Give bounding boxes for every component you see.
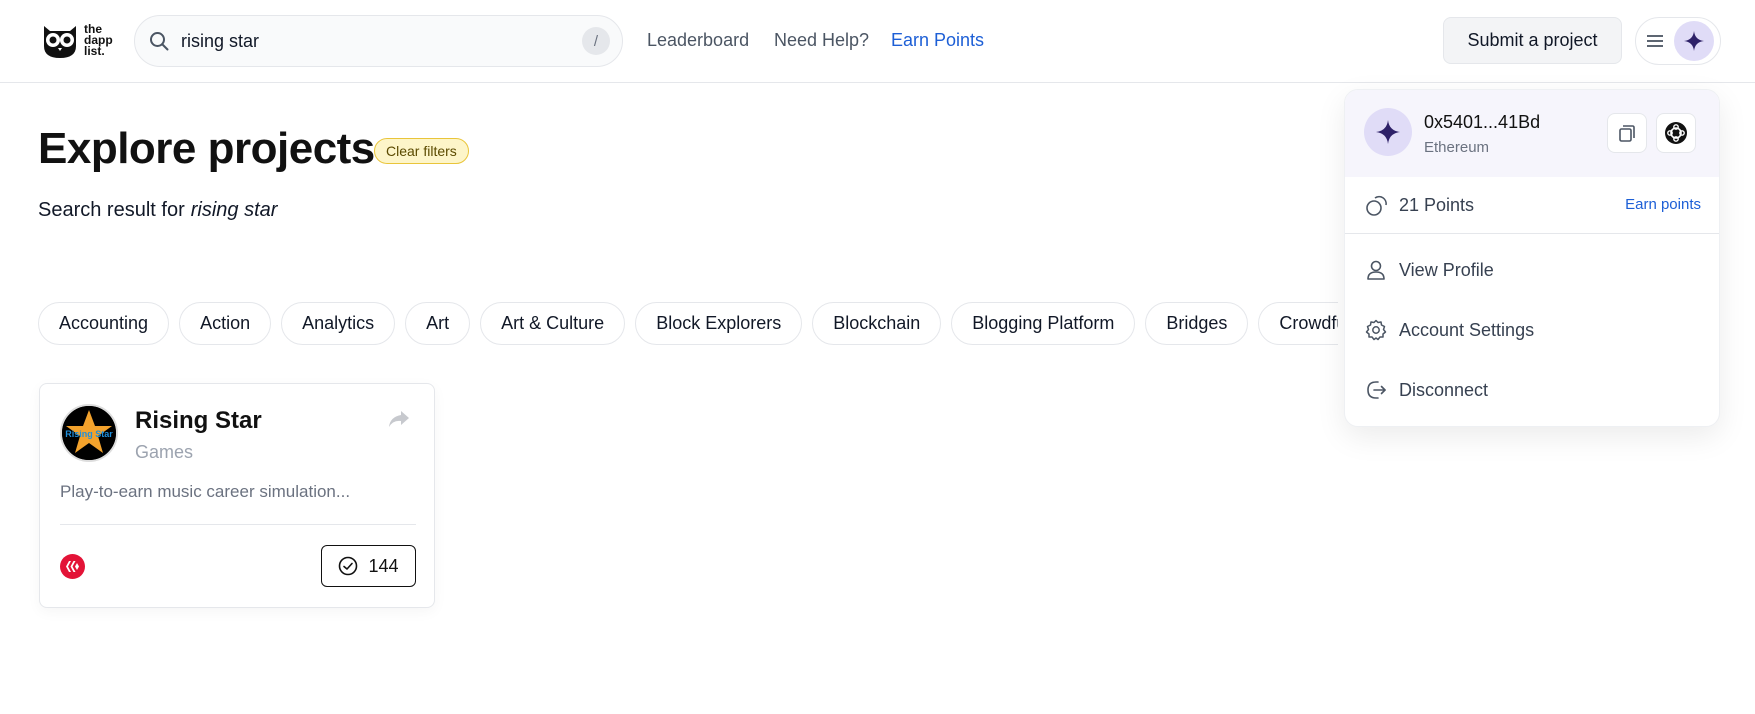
project-category: Games	[135, 442, 194, 462]
search-bar[interactable]: /	[134, 15, 623, 67]
project-logo-text: Rising Star	[65, 429, 113, 439]
project-title[interactable]: Rising Star	[135, 407, 262, 435]
search-input[interactable]	[181, 30, 582, 52]
nav-leaderboard-link[interactable]: Leaderboard	[647, 30, 749, 51]
user-menu-button[interactable]	[1635, 17, 1721, 65]
vote-count: 144	[368, 555, 399, 576]
clear-filters-button[interactable]: Clear filters	[374, 138, 469, 164]
gear-icon	[1365, 319, 1387, 341]
sparkle-star-icon	[1376, 120, 1400, 144]
share-icon[interactable]	[388, 410, 410, 428]
hive-chain-icon	[60, 554, 85, 579]
category-chip[interactable]: Action	[179, 302, 272, 345]
menu-item-account-settings[interactable]: Account Settings	[1365, 310, 1701, 350]
nav-earn-points-link[interactable]: Earn Points	[891, 30, 984, 51]
category-chip[interactable]: Bridges	[1145, 302, 1249, 345]
copy-icon	[1619, 125, 1635, 142]
menu-item-label: View Profile	[1399, 259, 1494, 280]
page-title: Explore projects	[38, 124, 375, 173]
category-chip[interactable]: Blogging Platform	[951, 302, 1136, 345]
logo-wordmark: the dapp list.	[84, 21, 113, 58]
network-switch-button[interactable]	[1656, 113, 1696, 153]
top-header: the dapp list. / Leaderboard Need Help? …	[0, 0, 1755, 83]
owl-logo-icon	[44, 26, 76, 58]
sparkle-star-icon	[1684, 31, 1704, 51]
category-chip[interactable]: Block Explorers	[635, 302, 803, 345]
wallet-address: 0x5401...41Bd	[1424, 112, 1541, 132]
category-chip[interactable]: Art	[405, 302, 471, 345]
project-logo: Rising Star	[60, 404, 118, 462]
project-description: Play-to-earn music career simulation...	[60, 482, 351, 501]
site-logo[interactable]: the dapp list.	[40, 20, 113, 60]
menu-item-label: Account Settings	[1399, 319, 1535, 340]
copy-address-button[interactable]	[1607, 113, 1647, 153]
menu-item-view-profile[interactable]: View Profile	[1365, 250, 1701, 290]
user-icon	[1367, 260, 1385, 280]
submit-project-button[interactable]: Submit a project	[1443, 17, 1622, 64]
account-avatar	[1364, 108, 1412, 156]
menu-item-label: Disconnect	[1399, 379, 1489, 400]
search-result-term: rising star	[190, 199, 278, 221]
account-header: 0x5401...41Bd Ethereum	[1345, 90, 1719, 177]
network-logo-icon	[1665, 122, 1687, 144]
category-chip[interactable]: Blockchain	[812, 302, 942, 345]
category-filter-chips: Accounting Action Analytics Art Art & Cu…	[38, 302, 1338, 346]
card-divider	[60, 524, 416, 525]
points-balance: 21 Points	[1399, 195, 1475, 215]
rising-star-logo-icon: Rising Star	[62, 406, 116, 460]
hamburger-menu-icon	[1647, 35, 1663, 47]
nav-help-link[interactable]: Need Help?	[774, 30, 869, 51]
logout-icon	[1367, 381, 1386, 399]
category-chip[interactable]: Analytics	[281, 302, 396, 345]
category-chip[interactable]: Art & Culture	[480, 302, 626, 345]
points-coins-icon	[1366, 195, 1387, 216]
search-shortcut-key: /	[582, 27, 610, 55]
project-card[interactable]: Rising Star Rising Star Games Play-to-ea…	[39, 383, 435, 608]
search-icon	[150, 32, 169, 51]
category-chip[interactable]: Accounting	[38, 302, 170, 345]
hive-logo-icon	[66, 561, 79, 572]
user-avatar	[1674, 21, 1714, 61]
earn-points-link[interactable]: Earn points	[1625, 196, 1701, 213]
account-dropdown-menu: 0x5401...41Bd Ethereum 21 Points Earn po…	[1344, 89, 1720, 427]
network-name: Ethereum	[1424, 139, 1490, 156]
upvote-button[interactable]: 144	[321, 545, 416, 587]
search-result-prefix: Search result for	[38, 199, 185, 221]
category-chip[interactable]: Crowdfunding	[1258, 302, 1338, 345]
points-row: 21 Points Earn points	[1345, 177, 1719, 234]
check-circle-icon	[339, 556, 358, 576]
menu-item-disconnect[interactable]: Disconnect	[1365, 370, 1701, 410]
search-result-text: Search result for rising star	[38, 199, 277, 222]
